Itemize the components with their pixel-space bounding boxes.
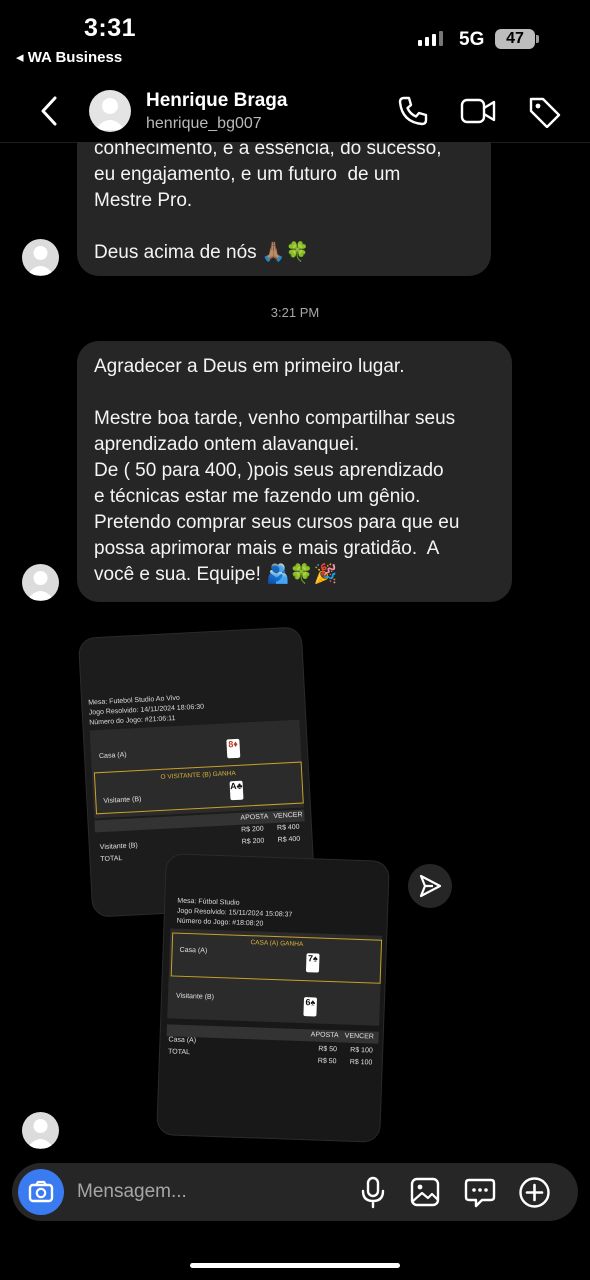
column-vencer: VENCER: [344, 1032, 375, 1041]
total-label: TOTAL: [167, 1048, 191, 1057]
plus-icon[interactable]: [518, 1176, 551, 1214]
network-type: 5G: [459, 29, 485, 50]
home-indicator[interactable]: [190, 1263, 400, 1268]
bet-row-label: Casa (A): [168, 1036, 197, 1045]
message-input[interactable]: Mensagem...: [77, 1181, 187, 1203]
playing-card: 8♦: [226, 738, 241, 759]
home-label: Casa (A): [179, 946, 208, 955]
status-time: 3:31: [84, 14, 137, 42]
total-aposta: R$ 50: [317, 1057, 337, 1066]
message-text: Agradecer a Deus em primeiro lugar. Mest…: [94, 356, 460, 585]
camera-button[interactable]: [18, 1169, 64, 1215]
signal-icon: [418, 31, 443, 46]
bet-vencer: R$ 100: [350, 1046, 373, 1055]
receipt-game-number: Número do Jogo: #18:08:20: [176, 917, 264, 928]
total-vencer: R$ 400: [277, 835, 301, 844]
sender-avatar[interactable]: [22, 239, 59, 276]
microphone-icon[interactable]: [359, 1175, 387, 1214]
avatar[interactable]: [89, 90, 131, 132]
bet-aposta: R$ 50: [318, 1045, 338, 1054]
away-label: Visitante (B): [175, 992, 215, 1001]
home-label: Casa (A): [98, 751, 127, 761]
bet-receipt-image[interactable]: Mesa: Fútbol Studio Jogo Resolvido: 15/1…: [157, 854, 389, 1142]
total-vencer: R$ 100: [349, 1058, 373, 1067]
message-bubble[interactable]: Agradecer a Deus em primeiro lugar. Mest…: [77, 341, 512, 602]
tag-icon[interactable]: [527, 94, 563, 133]
gallery-icon[interactable]: [409, 1176, 441, 1213]
playing-card: 7♠: [305, 953, 320, 973]
bet-vencer: R$ 400: [276, 823, 300, 832]
send-icon: [419, 874, 442, 898]
message-timestamp: 3:21 PM: [270, 305, 320, 320]
bet-row-label: Visitante (B): [99, 842, 138, 852]
column-aposta: APOSTA: [310, 1031, 339, 1040]
winner-banner: CASA (A) GANHA: [170, 932, 383, 984]
sender-avatar[interactable]: [22, 564, 59, 601]
back-chevron-icon[interactable]: [38, 96, 60, 131]
playing-card: 6♠: [303, 997, 318, 1017]
camera-icon: [28, 1180, 54, 1203]
total-label: TOTAL: [100, 855, 123, 864]
total-aposta: R$ 200: [241, 837, 265, 846]
phone-icon[interactable]: [396, 94, 430, 133]
back-to-app-link[interactable]: ◂ WA Business: [16, 48, 122, 66]
contact-name[interactable]: Henrique Braga: [146, 90, 287, 112]
message-text: conhecimento, e a essência, do sucesso, …: [94, 138, 442, 263]
contact-username[interactable]: henrique_bg007: [146, 115, 262, 133]
battery-icon: 47: [495, 29, 535, 49]
sender-avatar[interactable]: [22, 1112, 59, 1149]
sticker-icon[interactable]: [464, 1176, 496, 1213]
battery-cap: [536, 35, 539, 43]
bet-aposta: R$ 200: [240, 825, 264, 834]
column-aposta: APOSTA: [240, 813, 269, 822]
share-button[interactable]: [408, 864, 452, 908]
video-icon[interactable]: [459, 94, 497, 133]
playing-card: A♣: [229, 780, 244, 801]
